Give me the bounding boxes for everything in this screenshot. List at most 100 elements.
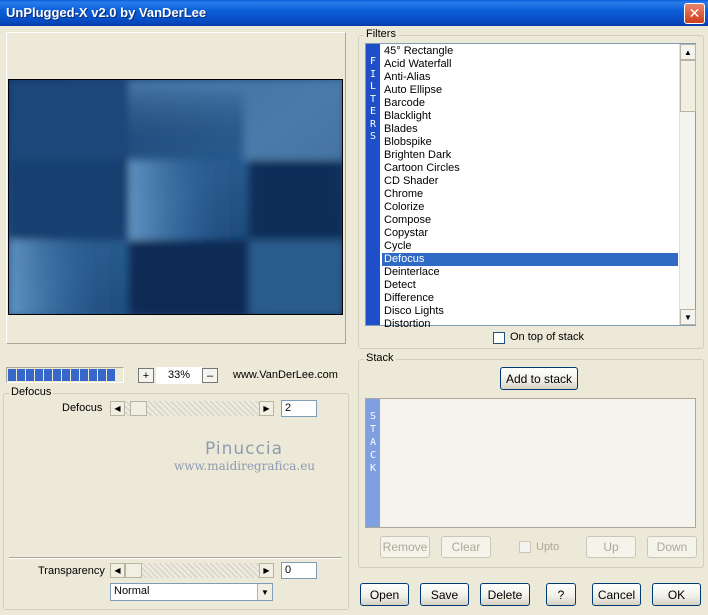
filter-list-item[interactable]: Blades <box>382 123 678 136</box>
strip-letter: T <box>369 424 377 435</box>
filter-list-item[interactable]: Cycle <box>382 240 678 253</box>
zoom-out-button[interactable]: – <box>202 368 218 383</box>
filter-list-item[interactable]: Deinterlace <box>382 266 678 279</box>
slider-right-arrow-icon[interactable]: ▶ <box>259 401 274 416</box>
upto-checkbox[interactable] <box>519 541 531 553</box>
progress-block <box>35 369 43 381</box>
scroll-up-arrow-icon[interactable]: ▲ <box>680 44 696 60</box>
progress-block <box>62 369 70 381</box>
watermark-url: www.maidiregrafica.eu <box>174 459 316 473</box>
slider-track[interactable] <box>125 563 259 578</box>
filter-list-item[interactable]: Acid Waterfall <box>382 58 678 71</box>
transparency-label: Transparency <box>38 565 105 577</box>
filter-list-item[interactable]: Chrome <box>382 188 678 201</box>
slider-thumb[interactable] <box>125 563 142 578</box>
window-title: UnPlugged-X v2.0 by VanDerLee <box>6 5 207 20</box>
add-to-stack-button[interactable]: Add to stack <box>500 367 578 390</box>
slider-left-arrow-icon[interactable]: ◀ <box>110 563 125 578</box>
on-top-of-stack-checkbox[interactable] <box>493 332 505 344</box>
progress-block <box>26 369 34 381</box>
down-button[interactable]: Down <box>647 536 697 558</box>
filter-list-item[interactable]: Cartoon Circles <box>382 162 678 175</box>
progress-block <box>107 369 115 381</box>
zoom-level: 33% <box>156 367 202 384</box>
progress-block <box>71 369 79 381</box>
divider <box>9 557 342 559</box>
slider-thumb[interactable] <box>130 401 147 416</box>
filter-list-item[interactable]: Difference <box>382 292 678 305</box>
close-icon: ✕ <box>688 5 701 21</box>
strip-letter: L <box>369 81 377 92</box>
filters-legend: Filters <box>364 28 398 40</box>
slider-track[interactable] <box>125 401 259 416</box>
zoom-in-button[interactable]: + <box>138 368 154 383</box>
filter-list-item[interactable]: Distortion <box>382 318 678 331</box>
progress-bar <box>6 367 124 383</box>
defocus-slider[interactable]: ◀ ▶ <box>110 401 274 416</box>
preview-image[interactable] <box>8 79 343 315</box>
transparency-value-input[interactable]: 0 <box>281 562 317 579</box>
filter-list-item[interactable]: Brighten Dark <box>382 149 678 162</box>
progress-block <box>89 369 97 381</box>
strip-letter: S <box>369 131 377 142</box>
plus-icon: + <box>142 369 150 382</box>
strip-letter: R <box>369 118 377 130</box>
stack-legend: Stack <box>364 352 396 364</box>
blend-mode-select[interactable]: Normal ▼ <box>110 583 273 601</box>
open-button[interactable]: Open <box>360 583 409 606</box>
up-button[interactable]: Up <box>586 536 636 558</box>
delete-button[interactable]: Delete <box>480 583 530 606</box>
stack-listbox[interactable] <box>365 398 696 528</box>
scroll-down-arrow-icon[interactable]: ▼ <box>680 309 696 325</box>
strip-letter: F <box>369 56 377 67</box>
scrollbar-thumb[interactable] <box>680 60 696 112</box>
filter-list-item[interactable]: Defocus <box>382 253 678 266</box>
website-link[interactable]: www.VanDerLee.com <box>233 369 338 381</box>
filter-list-item[interactable]: Compose <box>382 214 678 227</box>
strip-letter: K <box>369 463 377 474</box>
filter-list-item[interactable]: Disco Lights <box>382 305 678 318</box>
filter-list-item[interactable]: Blacklight <box>382 110 678 123</box>
defocus-param-label: Defocus <box>62 402 103 414</box>
minus-icon: – <box>206 369 214 382</box>
strip-letter: E <box>369 106 377 117</box>
strip-letter: T <box>369 93 377 105</box>
slider-right-arrow-icon[interactable]: ▶ <box>259 563 274 578</box>
filter-list-item[interactable]: Copystar <box>382 227 678 240</box>
slider-left-arrow-icon[interactable]: ◀ <box>110 401 125 416</box>
strip-letter: I <box>369 68 377 80</box>
filter-list-item[interactable]: Blobspike <box>382 136 678 149</box>
blend-mode-value: Normal <box>114 585 150 597</box>
progress-block <box>98 369 106 381</box>
filters-scrollbar[interactable]: ▲ ▼ <box>679 44 696 325</box>
title-bar: UnPlugged-X v2.0 by VanDerLee ✕ <box>0 0 708 26</box>
transparency-slider[interactable]: ◀ ▶ <box>110 563 274 578</box>
on-top-of-stack-label: On top of stack <box>510 331 584 343</box>
filter-list-item[interactable]: 45° Rectangle <box>382 45 678 58</box>
clear-button[interactable]: Clear <box>441 536 491 558</box>
filter-list-item[interactable]: Auto Ellipse <box>382 84 678 97</box>
close-button[interactable]: ✕ <box>684 3 705 24</box>
filter-list-item[interactable]: Colorize <box>382 201 678 214</box>
cancel-button[interactable]: Cancel <box>592 583 641 606</box>
progress-block <box>17 369 25 381</box>
filter-list-item[interactable]: Detect <box>382 279 678 292</box>
watermark-name: Pinuccia <box>205 439 283 459</box>
save-button[interactable]: Save <box>420 583 469 606</box>
strip-letter: C <box>369 450 377 461</box>
defocus-value-input[interactable]: 2 <box>281 400 317 417</box>
progress-block <box>44 369 52 381</box>
filter-list-item[interactable]: Barcode <box>382 97 678 110</box>
preview-render <box>9 80 342 314</box>
chevron-down-icon[interactable]: ▼ <box>257 584 272 600</box>
filter-list-item[interactable]: Anti-Alias <box>382 71 678 84</box>
strip-letter: S <box>369 411 377 422</box>
filter-settings-legend: Defocus <box>9 386 54 398</box>
remove-button[interactable]: Remove <box>380 536 430 558</box>
stack-strip: STACK <box>366 399 380 527</box>
ok-button[interactable]: OK <box>652 583 701 606</box>
progress-block <box>8 369 16 381</box>
filter-list-item[interactable]: CD Shader <box>382 175 678 188</box>
filters-strip: FILTERS <box>366 44 380 325</box>
help-button[interactable]: ? <box>546 583 576 606</box>
